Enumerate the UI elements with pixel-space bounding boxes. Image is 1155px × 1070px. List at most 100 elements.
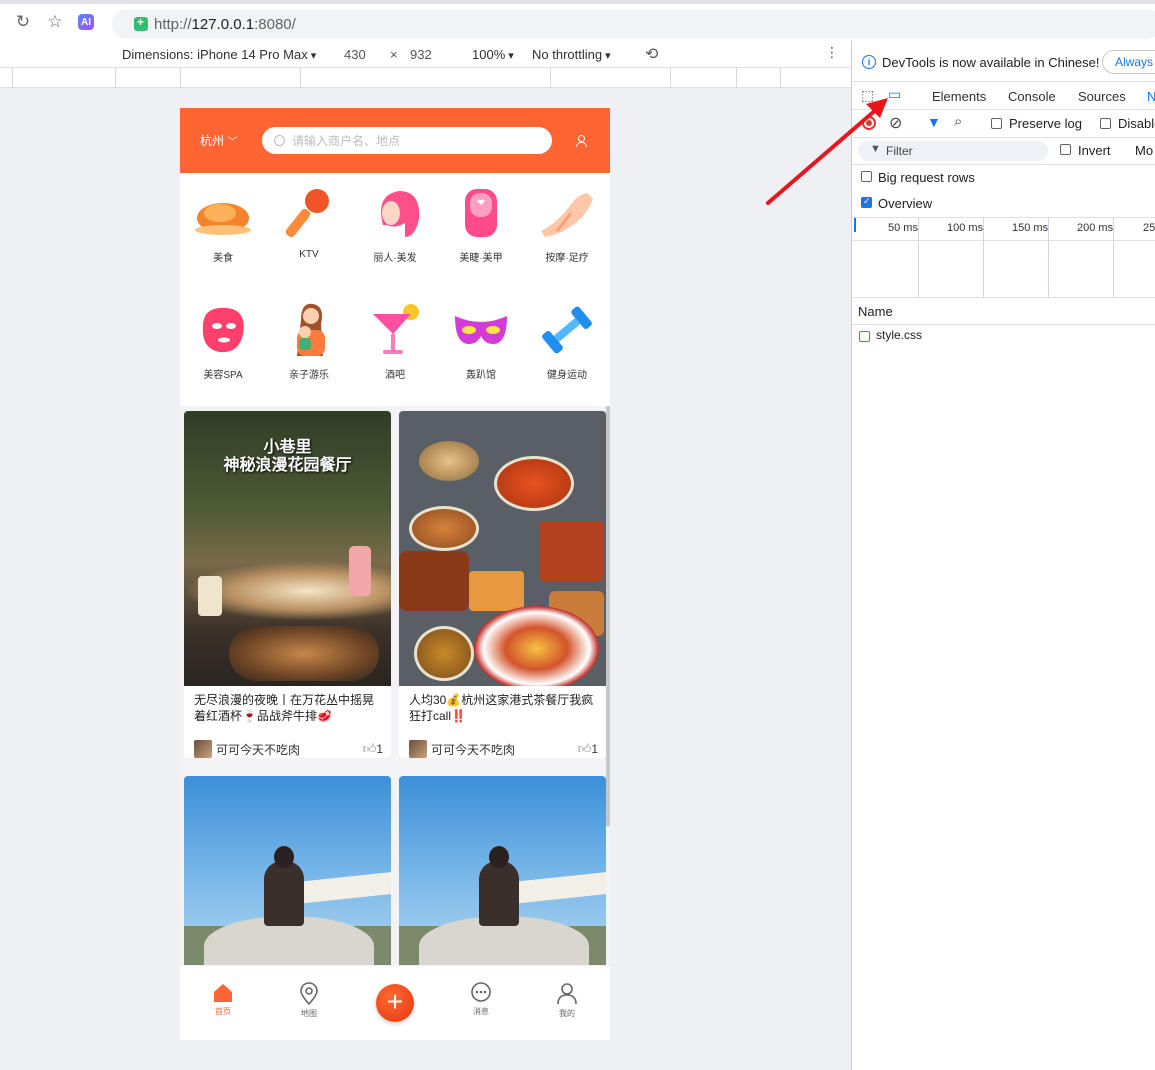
- parent-child-icon: [279, 300, 339, 360]
- message-icon: [471, 982, 491, 1002]
- request-row-style-css[interactable]: style.css: [876, 328, 922, 342]
- post-title: 无尽浪漫的夜晚丨在万花丛中摇晃着红酒杯🍷品战斧牛排🥩: [194, 693, 375, 723]
- tab-network[interactable]: N: [1147, 89, 1155, 104]
- network-overview-timeline[interactable]: 50 ms 100 ms 150 ms 200 ms 25: [852, 217, 1155, 298]
- category-beauty-hair[interactable]: 丽人·美发: [352, 179, 438, 296]
- category-grid: 美食 KTV 丽人·美发 美睫·美甲 按摩·足疗 美容SPA 亲子游乐 酒吧 轰…: [180, 173, 610, 413]
- category-parent-child[interactable]: 亲子游乐: [266, 296, 352, 413]
- author-name: 可可今天不吃肉: [431, 742, 516, 757]
- secure-shield-icon: [134, 15, 148, 31]
- category-massage[interactable]: 按摩·足疗: [524, 179, 610, 296]
- post-card[interactable]: [184, 776, 391, 966]
- height-input[interactable]: 932: [410, 47, 432, 62]
- category-food[interactable]: 美食: [180, 179, 266, 296]
- tab-console[interactable]: Console: [1008, 89, 1056, 104]
- post-card[interactable]: 小巷里 神秘浪漫花园餐厅 无尽浪漫的夜晚丨在万花丛中摇晃着红酒杯🍷品战斧牛排🥩 …: [184, 411, 391, 758]
- network-toolbar: ⊘ ▼ ⌕ Preserve log Disable: [852, 110, 1155, 138]
- microphone-icon: [279, 183, 339, 243]
- device-select[interactable]: Dimensions: iPhone 14 Pro Max: [122, 47, 316, 62]
- nail-icon: [451, 183, 511, 243]
- category-ktv[interactable]: KTV: [266, 179, 352, 296]
- post-card[interactable]: 人均30💰杭州这家港式茶餐厅我疯狂打call‼️ 可可今天不吃肉 👍︎ 1: [399, 411, 606, 758]
- inspect-element-icon[interactable]: ⬚: [861, 87, 874, 104]
- reload-icon[interactable]: ↻: [12, 11, 34, 33]
- zoom-select[interactable]: 100%: [472, 47, 514, 62]
- cocktail-icon: [365, 300, 425, 360]
- tab-home[interactable]: 首页: [198, 982, 248, 1017]
- thumb-up-icon: 👍︎: [577, 741, 592, 756]
- post-feed: 小巷里 神秘浪漫花园餐厅 无尽浪漫的夜晚丨在万花丛中摇晃着红酒杯🍷品战斧牛排🥩 …: [180, 406, 610, 966]
- url-text: http://127.0.0.1:8080/: [154, 15, 296, 33]
- search-icon: [274, 135, 285, 146]
- devtools-tabs: ⬚ ▭ Elements Console Sources N: [852, 82, 1155, 110]
- category-bar[interactable]: 酒吧: [352, 296, 438, 413]
- browser-toolbar: ↻ ☆ AI http://127.0.0.1:8080/: [0, 0, 1155, 40]
- dimension-separator: ×: [390, 47, 398, 62]
- like-button[interactable]: 👍︎ 1: [363, 741, 383, 757]
- media-query-ruler: [0, 68, 851, 88]
- user-icon: [557, 983, 577, 1005]
- add-post-button[interactable]: +: [376, 984, 414, 1022]
- throttling-select[interactable]: No throttling: [532, 47, 611, 62]
- home-icon: [214, 984, 232, 1002]
- face-mask-icon: [193, 300, 253, 360]
- post-card[interactable]: [399, 776, 606, 966]
- feed-scrollbar[interactable]: [606, 406, 610, 826]
- party-mask-icon: [451, 300, 511, 360]
- filter-input[interactable]: ▼ Filter: [858, 141, 1048, 161]
- category-party[interactable]: 轰趴馆: [438, 296, 524, 413]
- name-column-header[interactable]: Name: [858, 304, 893, 319]
- thumb-up-icon: 👍︎: [362, 741, 377, 756]
- post-image: 小巷里 神秘浪漫花园餐厅: [184, 411, 391, 686]
- rotate-icon[interactable]: ⟲: [645, 44, 658, 64]
- tab-profile[interactable]: 我的: [542, 982, 592, 1019]
- info-icon: i: [862, 55, 876, 69]
- massage-hand-icon: [537, 183, 597, 243]
- request-table-header: Name: [852, 297, 1155, 325]
- category-fitness[interactable]: 健身运动: [524, 296, 610, 413]
- app-header: 杭州 ﹀ 请输入商户名、地点: [180, 108, 610, 173]
- filter-funnel-icon[interactable]: ▼: [927, 114, 941, 130]
- preserve-log-checkbox[interactable]: [991, 118, 1002, 129]
- tab-messages[interactable]: 消息: [456, 982, 506, 1017]
- search-input[interactable]: 请输入商户名、地点: [262, 127, 552, 154]
- tab-sources[interactable]: Sources: [1078, 89, 1126, 104]
- bottom-tab-bar: 首页 地图 + 消息 我的: [180, 965, 610, 1040]
- avatar: [409, 740, 427, 758]
- device-toolbar: Dimensions: iPhone 14 Pro Max 430 × 932 …: [0, 40, 851, 68]
- post-title: 人均30💰杭州这家港式茶餐厅我疯狂打call‼️: [409, 693, 594, 723]
- clear-icon[interactable]: ⊘: [889, 113, 902, 133]
- invert-checkbox[interactable]: [1060, 144, 1071, 155]
- width-input[interactable]: 430: [344, 47, 366, 62]
- devtools-panel: i DevTools is now available in Chinese! …: [851, 40, 1155, 1070]
- user-icon[interactable]: [574, 134, 588, 148]
- more-filters[interactable]: Mo: [1135, 143, 1153, 158]
- category-nails[interactable]: 美睫·美甲: [438, 179, 524, 296]
- post-image: [184, 776, 391, 966]
- big-request-rows-checkbox[interactable]: [861, 171, 872, 182]
- ai-extension-icon[interactable]: AI: [78, 14, 94, 30]
- address-bar[interactable]: http://127.0.0.1:8080/: [112, 9, 1155, 39]
- like-button[interactable]: 👍︎ 1: [578, 741, 598, 757]
- dumbbell-icon: [537, 300, 597, 360]
- city-selector[interactable]: 杭州 ﹀: [200, 132, 262, 149]
- map-pin-icon: [300, 982, 318, 1006]
- roast-chicken-icon: [193, 183, 253, 243]
- disable-cache-checkbox[interactable]: [1100, 118, 1111, 129]
- devtools-notice-bar: i DevTools is now available in Chinese! …: [852, 40, 1155, 82]
- phone-viewport: 杭州 ﹀ 请输入商户名、地点 美食 KTV 丽人·美发 美睫·美甲 按摩·足疗: [180, 108, 610, 1040]
- author-name: 可可今天不吃肉: [216, 742, 301, 757]
- hair-icon: [365, 183, 425, 243]
- tab-map[interactable]: 地图: [284, 982, 334, 1019]
- tab-elements[interactable]: Elements: [932, 89, 986, 104]
- record-icon[interactable]: [862, 116, 876, 130]
- always-match-language-button[interactable]: Always: [1102, 50, 1155, 74]
- category-spa[interactable]: 美容SPA: [180, 296, 266, 413]
- search-icon[interactable]: ⌕: [954, 113, 962, 130]
- filter-icon: ▼: [870, 143, 881, 155]
- overview-checkbox[interactable]: [861, 196, 872, 208]
- device-toggle-icon[interactable]: ▭: [888, 86, 901, 103]
- more-options-icon[interactable]: ⋮: [825, 44, 839, 61]
- chevron-down-icon: ﹀: [227, 137, 238, 148]
- bookmark-star-icon[interactable]: ☆: [44, 11, 66, 33]
